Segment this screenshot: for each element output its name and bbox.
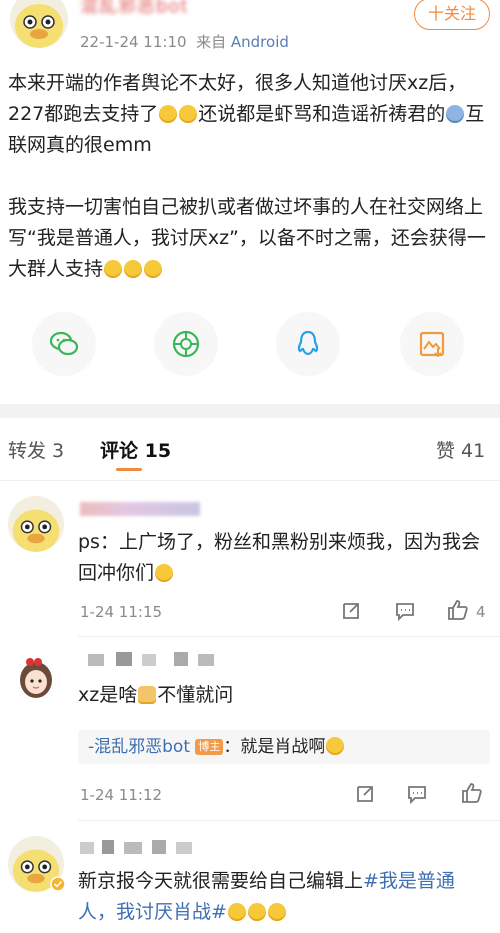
tab-likes[interactable]: 赞 41 [436, 436, 485, 463]
commenter-name-mosaic[interactable] [80, 840, 220, 854]
tab-reposts[interactable]: 转发 3 [8, 436, 64, 463]
doge-emoji-icon [138, 686, 157, 704]
post-from-label: 来自 [196, 33, 227, 51]
share-moments-button[interactable] [154, 312, 218, 376]
author-name[interactable]: 混乱邪恶bot [80, 0, 189, 18]
author-badge: 博主 [195, 739, 224, 755]
laughing-emoji-icon [247, 903, 266, 921]
post-paragraph-2: 我支持一切害怕自己被扒或者做过坏事的人在社交网络上写“我是普通人，我讨厌xz”，… [8, 196, 486, 280]
like-icon[interactable] [446, 598, 470, 622]
tabs-divider [0, 480, 500, 481]
commenter-avatar[interactable] [8, 496, 64, 552]
commenter-name-mosaic[interactable] [88, 652, 228, 666]
laughing-emoji-icon [104, 260, 123, 278]
comment-text: 新京报今天就很需要给自己编辑上#我是普通人，我讨厌肖战# [78, 870, 455, 923]
save-image-button[interactable] [400, 312, 464, 376]
post-body: 本来开端的作者舆论不太好，很多人知道他讨厌xz后，227都跑去支持了 还说都是虾骂… [8, 68, 494, 285]
section-divider [0, 404, 500, 418]
comment-time: 1-24 11:12 [80, 786, 163, 804]
comment-text: xz是啥 不懂就问 [78, 684, 234, 706]
save-image-icon [419, 331, 445, 358]
laughing-tears-emoji-icon [326, 737, 345, 755]
post-meta: 22-1-24 11:10 来自 Android [80, 31, 289, 52]
laughing-tears-emoji-icon [155, 564, 174, 582]
commenter-name[interactable] [80, 502, 200, 516]
comment-time: 1-24 11:15 [80, 603, 163, 621]
author-reply[interactable]: -混乱邪恶bot 博主 ：就是肖战啊 [78, 730, 490, 764]
moments-icon [172, 330, 200, 358]
share-qq-button[interactable] [276, 312, 340, 376]
laughing-emoji-icon [124, 260, 143, 278]
reply-username[interactable]: -混乱邪恶bot [88, 737, 190, 757]
laughing-emoji-icon [267, 903, 286, 921]
drooling-emoji-icon [159, 105, 178, 123]
repost-icon[interactable] [354, 783, 376, 805]
drooling-emoji-icon [179, 105, 198, 123]
girl-avatar-icon [20, 658, 52, 698]
comment-divider [78, 820, 500, 821]
like-count: 4 [476, 603, 486, 621]
share-wechat-button[interactable] [32, 312, 96, 376]
reply-text: ：就是肖战啊 [223, 737, 326, 757]
follow-button[interactable]: 十关注 [414, 0, 490, 30]
verified-badge-icon [50, 876, 66, 892]
post-source: Android [230, 33, 289, 51]
author-avatar[interactable] [10, 0, 68, 48]
qq-icon [297, 330, 319, 356]
wechat-icon [49, 331, 79, 356]
reply-icon[interactable] [406, 783, 428, 805]
laughing-emoji-icon [227, 903, 246, 921]
laughing-emoji-icon [144, 260, 163, 278]
comment-divider [78, 636, 500, 637]
dizzy-emoji-icon [446, 105, 465, 123]
post-paragraph-1: 本来开端的作者舆论不太好，很多人知道他讨厌xz后，227都跑去支持了 还说都是虾骂… [8, 72, 485, 156]
tab-comments[interactable]: 评论 15 [100, 436, 171, 463]
repost-icon[interactable] [340, 600, 362, 622]
reply-icon[interactable] [394, 600, 416, 622]
comment-text: ps：上广场了，粉丝和黑粉别来烦我，因为我会回冲你们 [78, 531, 480, 584]
post-date: 22-1-24 11:10 [80, 33, 187, 51]
commenter-avatar[interactable] [8, 650, 64, 706]
like-icon[interactable] [460, 781, 484, 805]
duck-avatar-icon [12, 509, 60, 552]
tab-comments-underline [116, 468, 142, 471]
duck-avatar-icon [15, 4, 63, 48]
